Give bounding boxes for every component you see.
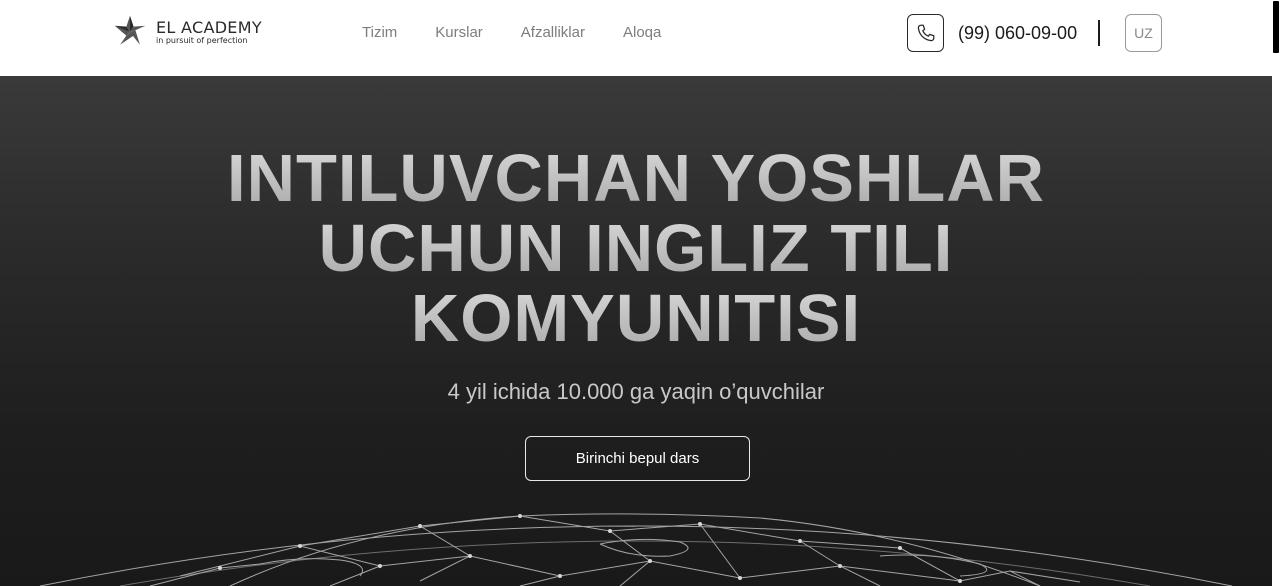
hero-subtitle: 4 yil ichida 10.000 ga yaqin o’quvchilar xyxy=(447,379,825,404)
hero-title: INTILUVCHAN YOSHLAR UCHUN INGLIZ TILI KO… xyxy=(0,144,1272,354)
nav-item-aloqa[interactable]: Aloqa xyxy=(623,24,661,42)
phone-icon xyxy=(917,24,934,42)
nav-item-kurslar[interactable]: Kurslar xyxy=(435,24,483,42)
logo[interactable]: EL ACADEMY in pursuit of perfection xyxy=(112,14,262,50)
phone-button[interactable] xyxy=(907,14,944,52)
hero-section: INTILUVCHAN YOSHLAR UCHUN INGLIZ TILI KO… xyxy=(0,76,1272,586)
site-header: EL ACADEMY in pursuit of perfection Tizi… xyxy=(0,0,1272,76)
star-polygon-logo-icon xyxy=(114,15,146,45)
brand-name: EL ACADEMY xyxy=(156,17,262,37)
scrollbar[interactable] xyxy=(1272,0,1280,586)
free-lesson-button[interactable]: Birinchi bepul dars xyxy=(525,436,750,481)
nav-item-afzalliklar[interactable]: Afzalliklar xyxy=(521,24,585,42)
nav-item-tizim[interactable]: Tizim xyxy=(362,24,397,42)
hero-title-line-1: INTILUVCHAN YOSHLAR xyxy=(0,144,1272,214)
language-switcher[interactable]: UZ xyxy=(1125,14,1162,52)
main-nav: Tizim Kurslar Afzalliklar Aloqa xyxy=(362,24,699,42)
hero-title-line-2: UCHUN INGLIZ TILI xyxy=(0,214,1272,284)
hero-title-line-3: KOMYUNITISI xyxy=(0,284,1272,354)
phone-number[interactable]: (99) 060-09-00 xyxy=(958,22,1077,44)
scrollbar-thumb[interactable] xyxy=(1273,1,1279,53)
header-divider xyxy=(1098,20,1100,46)
globe-network-icon xyxy=(39,513,1233,586)
brand-tagline: in pursuit of perfection xyxy=(156,35,248,45)
